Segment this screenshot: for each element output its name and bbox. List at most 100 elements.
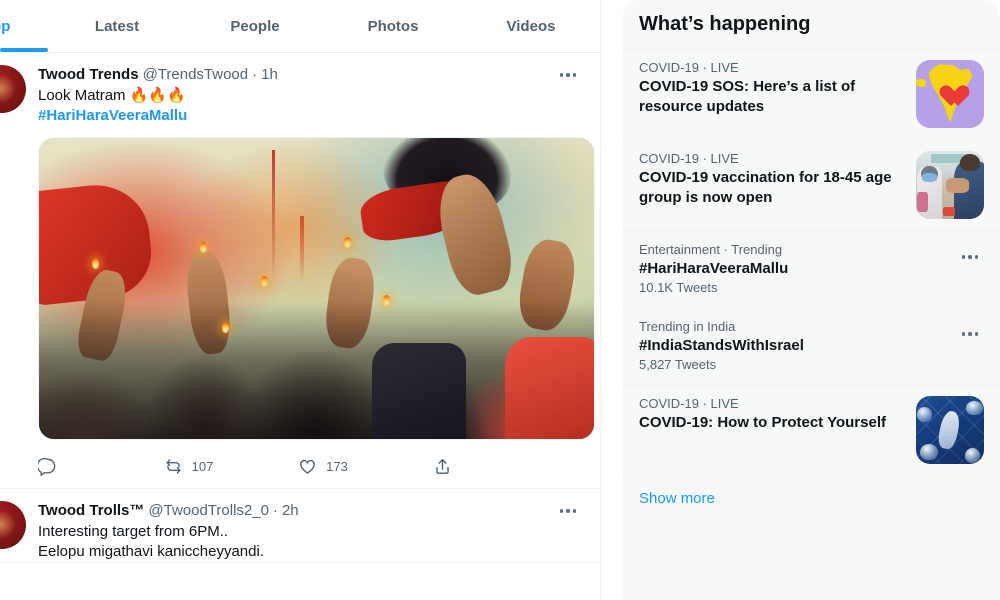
photo-drip-1 [272,150,276,283]
tweet-text: Look Matram 🔥🔥🔥 #HariHaraVeeraMallu [38,86,588,126]
photo-flame-5 [222,321,230,333]
like-button[interactable]: 173 [298,457,432,476]
more-horizontal-icon [961,255,979,259]
reply-icon [38,457,57,476]
tab-photos[interactable]: Photos [324,0,462,52]
tab-photos-label: Photos [367,17,419,35]
share-button[interactable] [433,457,468,476]
tweet-actions: 107 173 [38,444,468,488]
retweet-icon [164,457,183,476]
right-sidebar: What’s happening COVID-19 · LIVE COVID-1… [601,0,1000,600]
water-drop-2 [966,401,983,416]
trend-count: 5,827 Tweets [639,357,717,372]
tweet-more-button[interactable] [554,65,582,85]
tweet-timestamp[interactable]: 2h [282,501,299,521]
face-mask-icon [922,173,938,182]
more-horizontal-icon [559,73,577,77]
trend-title: COVID-19 SOS: Here’s a list of resource … [639,78,856,115]
tweet-timestamp[interactable]: 1h [261,65,278,85]
retweet-button[interactable]: 107 [164,457,298,476]
search-tabs: Top Latest People Photos Videos [0,0,600,53]
trend-title: COVID-19 vaccination for 18-45 age group… [639,169,892,206]
trend-more-button[interactable] [956,247,984,267]
india-heart-thumb [916,60,984,128]
trend-more-button[interactable] [956,324,984,344]
more-horizontal-icon [961,332,979,336]
retweet-count: 107 [191,458,214,474]
tab-videos-label: Videos [506,17,556,35]
trend-meta: Entertainment · Trending [639,242,783,257]
tab-latest[interactable]: Latest [48,0,186,52]
photo-flame-6 [383,294,391,306]
photo-person-dark-shirt [372,342,467,439]
tab-top-label: Top [0,17,11,35]
whats-happening-widget: What’s happening COVID-19 · LIVE COVID-1… [623,0,1000,600]
india-island-dot [916,79,926,88]
tab-videos[interactable]: Videos [462,0,600,52]
tweet-item[interactable]: Twood Trends @TrendsTwood · 1h Look Matr… [0,53,600,489]
tweet-hashtag[interactable]: #HariHaraVeeraMallu [38,106,588,126]
trend-title: #IndiaStandsWithIsrael [639,337,804,354]
tweet-separator: · [252,66,258,83]
share-icon [433,457,452,476]
tweet-text: Interesting target from 6PM.. Eelopu mig… [38,522,588,562]
tweet-display-name[interactable]: Twood Trends [38,65,139,85]
trend-count: 10.1K Tweets [639,280,718,295]
tweet-item[interactable]: Twood Trolls™ @TwoodTrolls2_0 · 2h Inter… [0,489,600,563]
avatar-wrap [0,65,26,488]
water-drop-3 [920,443,938,460]
trend-text: COVID-19 · LIVE COVID-19 SOS: Here’s a l… [639,60,916,117]
like-count: 173 [326,458,348,474]
tweet-photo[interactable] [38,137,595,440]
trend-item[interactable]: Entertainment · Trending #HariHaraVeeraM… [623,230,1000,307]
tweet-body: Twood Trolls™ @TwoodTrolls2_0 · 2h Inter… [26,501,588,562]
photo-person-red-shirt [505,336,594,439]
vax-arm [945,178,970,194]
trend-text: COVID-19 · LIVE COVID-19 vaccination for… [639,151,916,208]
photo-flame-2 [199,241,207,253]
tweet-more-button[interactable] [554,501,582,521]
vax-patient-head [959,153,980,172]
avatar[interactable] [0,501,26,549]
trend-meta: Trending in India [639,319,736,334]
tweet-display-name[interactable]: Twood Trolls™ [38,501,144,521]
water-drop-4 [964,447,980,463]
trend-text: Entertainment · Trending #HariHaraVeeraM… [639,242,984,296]
trend-item[interactable]: COVID-19 · LIVE COVID-19 vaccination for… [623,139,1000,230]
tweet-header: Twood Trolls™ @TwoodTrolls2_0 · 2h [38,501,588,521]
more-horizontal-icon [559,509,577,513]
avatar-wrap [0,501,26,562]
avatar[interactable] [0,65,26,113]
vaccination-photo-thumb [916,151,984,219]
water-drop-1 [917,406,933,422]
tweet-text-line-1: Interesting target from 6PM.. [38,523,229,540]
tweet-body: Twood Trends @TrendsTwood · 1h Look Matr… [26,65,595,488]
tweet-header: Twood Trends @TrendsTwood · 1h [38,65,588,85]
vax-pink-bag [916,191,928,213]
trend-text: COVID-19 · LIVE COVID-19: How to Protect… [639,396,916,433]
trend-meta: COVID-19 · LIVE [639,151,739,166]
trend-item[interactable]: COVID-19 · LIVE COVID-19 SOS: Here’s a l… [623,48,1000,139]
tab-people[interactable]: People [186,0,324,52]
tweet-text-line-2: Eelopu migathavi kaniccheyyandi. [38,543,264,560]
tweet-handle[interactable]: @TrendsTwood [143,65,249,85]
whats-happening-title: What’s happening [639,13,811,35]
tweet-separator: · [272,502,278,519]
heart-icon [945,86,971,110]
photo-flame-1 [91,258,99,270]
photo-drip-2 [299,216,304,283]
trend-title: COVID-19: How to Protect Yourself [639,414,886,431]
trend-item[interactable]: Trending in India #IndiaStandsWithIsrael… [623,307,1000,384]
trend-item[interactable]: COVID-19 · LIVE COVID-19: How to Protect… [623,384,1000,475]
tab-active-underline [0,48,48,52]
trend-title: #HariHaraVeeraMallu [639,260,789,277]
tweet-text-line-1: Look Matram 🔥🔥🔥 [38,87,186,104]
trend-meta: COVID-19 · LIVE [639,396,739,411]
tweet-handle[interactable]: @TwoodTrolls2_0 [148,501,269,521]
tab-top[interactable]: Top [0,0,48,52]
reply-button[interactable] [38,457,164,476]
main-timeline-column: Top Latest People Photos Videos [0,0,601,600]
heart-icon [298,457,317,476]
tab-latest-label: Latest [94,17,140,35]
show-more-link[interactable]: Show more [623,475,1000,521]
